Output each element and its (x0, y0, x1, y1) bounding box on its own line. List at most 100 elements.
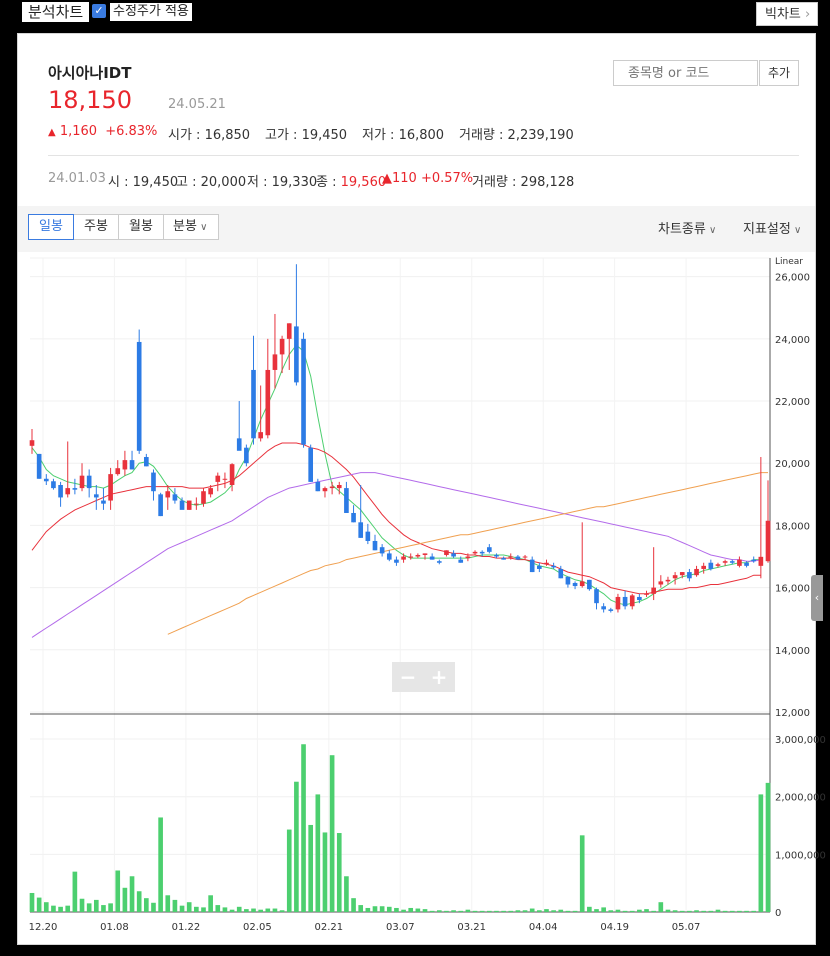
candle-body (108, 474, 113, 501)
tab-daily[interactable]: 일봉 (28, 214, 74, 240)
candle-body (294, 326, 299, 383)
candle-body (479, 551, 485, 554)
volume-bar (408, 907, 414, 912)
volume-bar (494, 910, 499, 912)
volume-bar (36, 897, 42, 912)
volume-bar (386, 906, 392, 912)
volume-bar (351, 898, 356, 912)
candle-body (172, 494, 178, 501)
candle-body (329, 486, 335, 489)
volume-bar (508, 910, 514, 912)
volume-bar (608, 910, 614, 912)
candle-body (115, 468, 121, 475)
volume-bar (615, 909, 621, 912)
zoom-out-button[interactable]: − (393, 665, 423, 689)
candle-body (694, 568, 699, 576)
candle-body (36, 453, 42, 479)
candle-body (251, 369, 256, 439)
candle-body (51, 481, 56, 489)
price-tick-label: 16,000 (775, 584, 810, 595)
volume-bar (244, 909, 249, 912)
price-tick-label: 14,000 (775, 646, 810, 657)
candle-body (93, 494, 99, 498)
candle-body (122, 460, 128, 470)
date-tick-label: 02.21 (315, 922, 344, 933)
candle-body (351, 512, 356, 523)
price-tick-label: 20,000 (775, 459, 810, 470)
candle-body (158, 494, 163, 517)
candle-body (215, 475, 221, 482)
volume-bar (451, 910, 456, 912)
candle-body (494, 554, 499, 557)
candle-body (558, 568, 564, 579)
candle-body (65, 488, 71, 495)
volume-bar (329, 755, 335, 912)
date-tick-label: 02.05 (243, 922, 272, 933)
price-tick-label: 24,000 (775, 335, 810, 346)
volume-bar (458, 910, 464, 912)
volume-bar (651, 910, 656, 912)
candle-body (515, 556, 521, 560)
zoom-control: − + (392, 662, 455, 692)
candle-body (344, 488, 349, 513)
candle-body (401, 556, 406, 560)
volume-bar (501, 910, 506, 912)
stock-chart[interactable]: 12,000 14,000 16,000 18,000 20,000 22,000 24,0… (0, 0, 830, 956)
volume-bar (322, 832, 328, 912)
candle-body (308, 447, 314, 482)
candle-body (436, 561, 442, 563)
volume-bar (43, 902, 49, 912)
candle-body (208, 488, 213, 495)
candle-body (29, 440, 35, 446)
volume-bar (336, 833, 342, 912)
volume-tick-label: 0 (775, 908, 781, 919)
date-tick-label: 04.04 (529, 922, 558, 933)
candle-body (236, 438, 242, 451)
volume-bar (479, 910, 485, 912)
candle-body (179, 500, 185, 510)
volume-bar (629, 910, 635, 912)
side-panel-toggle[interactable]: ‹ (811, 575, 823, 621)
volume-bar (708, 910, 714, 912)
volume-bar (129, 876, 135, 912)
volume-bar (301, 744, 306, 912)
volume-bar (179, 905, 185, 912)
date-tick-label: 12.20 (29, 922, 58, 933)
candle-body (322, 488, 328, 492)
candle-body (194, 503, 199, 505)
price-tick-label: 22,000 (775, 397, 810, 408)
candle-body (758, 556, 764, 566)
volume-bar (379, 906, 385, 912)
volume-bar (208, 895, 213, 912)
candle-body (529, 559, 535, 573)
candle-body (701, 565, 707, 569)
volume-bar (108, 903, 113, 912)
candle-body (572, 582, 578, 587)
volume-bar (665, 909, 671, 912)
volume-bar (701, 910, 707, 912)
volume-bar (358, 905, 364, 912)
candle-body (58, 485, 63, 498)
volume-bar (194, 906, 199, 912)
volume-bar (529, 908, 535, 912)
date-tick-label: 01.08 (100, 922, 129, 933)
zoom-in-button[interactable]: + (424, 665, 454, 689)
candle-body (272, 354, 278, 370)
candle-body (544, 562, 549, 565)
volume-bar (465, 909, 471, 912)
candle-body (715, 564, 721, 566)
candle-body (415, 554, 421, 557)
date-tick-label: 03.21 (457, 922, 486, 933)
volume-bar (29, 892, 35, 912)
candle-body (651, 587, 656, 594)
candle-body (501, 558, 506, 560)
candle-body (637, 596, 642, 601)
date-tick-label: 04.19 (600, 922, 629, 933)
volume-bar (486, 910, 492, 912)
volume-bar (401, 909, 406, 912)
volume-bar (729, 910, 735, 912)
volume-bar (737, 910, 742, 912)
volume-bar (587, 906, 592, 912)
volume-bar (315, 794, 321, 912)
volume-bar (637, 909, 642, 912)
